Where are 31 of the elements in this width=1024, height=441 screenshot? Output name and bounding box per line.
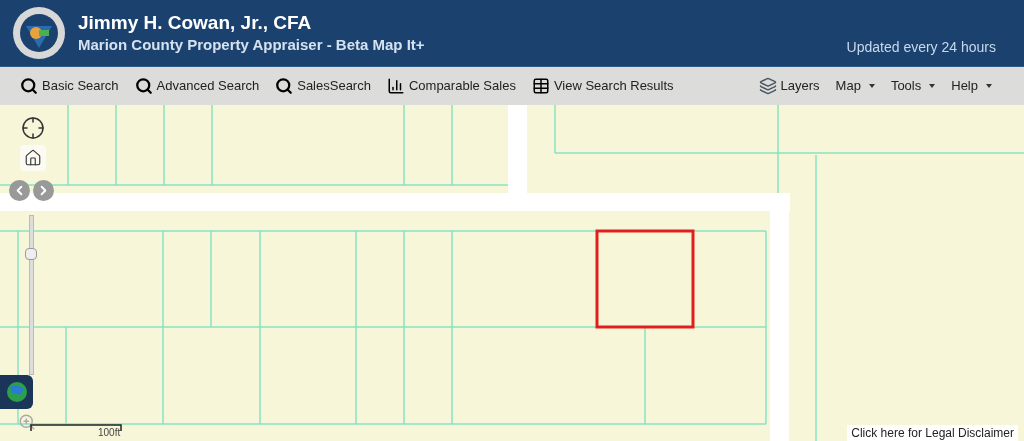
caret-icon xyxy=(986,84,992,88)
globe-button[interactable] xyxy=(0,375,33,409)
search-icon xyxy=(20,77,38,95)
header-title: Jimmy H. Cowan, Jr., CFA xyxy=(78,11,313,35)
menu-dropdown[interactable]: Help xyxy=(943,70,1000,102)
home-icon xyxy=(24,149,42,167)
update-note: Updated every 24 hours xyxy=(846,38,996,57)
caret-icon xyxy=(929,84,936,88)
toolbar-button[interactable]: Advanced Search xyxy=(126,70,268,102)
caret-icon xyxy=(868,84,875,88)
locate-icon[interactable] xyxy=(21,116,45,140)
toolbar-button[interactable]: View Search Results xyxy=(523,70,682,102)
globe-icon xyxy=(5,381,28,403)
search-icon xyxy=(134,77,153,95)
scale-label: 100ft xyxy=(98,427,121,439)
toolbar-button[interactable]: SalesSearch xyxy=(267,70,379,102)
table-icon xyxy=(531,77,550,95)
toolbar-button[interactable]: Layers xyxy=(750,70,828,102)
search-icon xyxy=(275,77,294,95)
header-subtitle: Marion County Property Appraiser - Beta Map It+ xyxy=(78,35,425,55)
toolbar-button[interactable]: Comparable Sales xyxy=(378,70,524,102)
magnifier-icon[interactable] xyxy=(18,413,36,431)
seal-logo xyxy=(12,6,66,60)
bar-chart-icon xyxy=(386,77,405,95)
zoom-slider[interactable] xyxy=(25,215,37,375)
disclaimer-link[interactable]: Click here for Legal Disclaimer xyxy=(847,425,1018,441)
home-button[interactable] xyxy=(20,145,46,171)
menu-dropdown[interactable]: Tools xyxy=(882,70,944,102)
menu-dropdown[interactable]: Map xyxy=(827,70,883,102)
toolbar-button[interactable]: Basic Search xyxy=(12,70,127,102)
layers-icon xyxy=(758,77,777,95)
